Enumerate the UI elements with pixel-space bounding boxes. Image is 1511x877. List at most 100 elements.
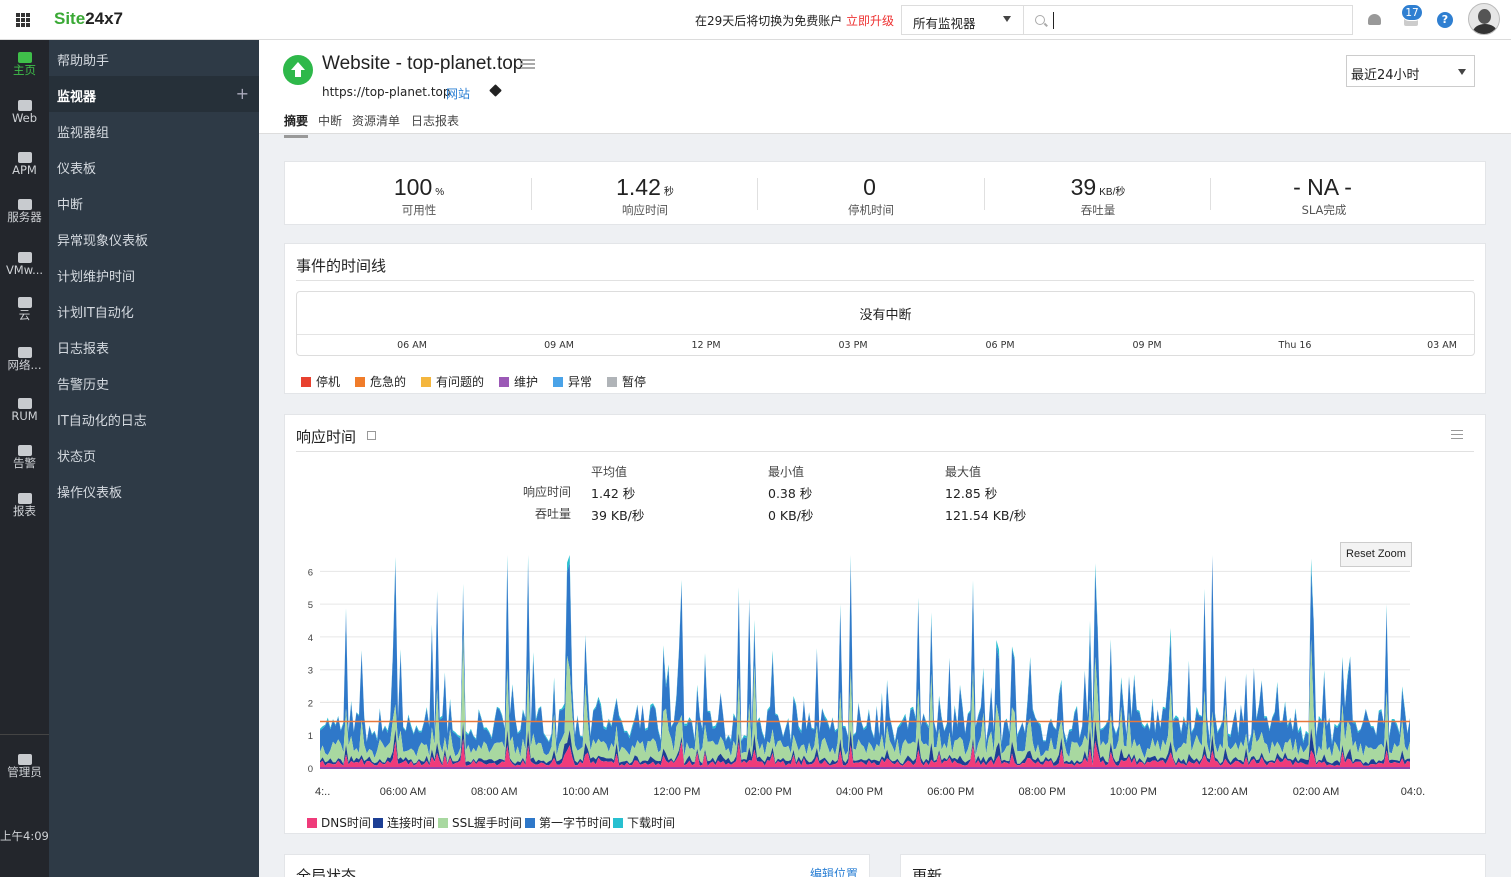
legend-item-first-byte[interactable]: 第一字节时间 — [525, 814, 611, 831]
rail-item-apm[interactable]: APM — [0, 152, 49, 177]
home-icon — [17, 52, 32, 63]
tab-outages[interactable]: 中断 — [318, 112, 342, 135]
rail-item-alarm[interactable]: 告警 — [0, 445, 49, 470]
logo[interactable]: Site24x7 — [54, 9, 123, 29]
upgrade-link[interactable]: 立即升级 — [846, 12, 894, 29]
tab-log-report[interactable]: 日志报表 — [411, 112, 459, 135]
legend-swatch — [421, 377, 431, 387]
x-tick-label: 04:0. — [1401, 786, 1425, 798]
divider — [296, 451, 1474, 452]
notification-badge[interactable]: 17 — [1401, 4, 1423, 21]
x-tick-label: 02:00 AM — [1293, 786, 1339, 798]
rail-item-report[interactable]: 报表 — [0, 493, 49, 518]
server-icon — [17, 199, 32, 210]
legend-label: DNS时间 — [321, 816, 371, 830]
legend-item-critical[interactable]: 危急的 — [355, 373, 406, 390]
rail-label: APM — [12, 163, 37, 177]
logo-suffix: 24x7 — [85, 9, 124, 28]
legend-item-ssl[interactable]: SSL握手时间 — [438, 814, 522, 831]
legend-item-suspended[interactable]: 暂停 — [607, 373, 646, 390]
vm-icon — [17, 252, 32, 263]
nav-item-outages[interactable]: 中断 — [49, 184, 259, 220]
nav-item-maintenance[interactable]: 计划维护时间 — [49, 256, 259, 292]
search-input[interactable] — [1023, 5, 1353, 35]
timeline[interactable]: 没有中断 06 AM 09 AM 12 PM 03 PM 06 PM 09 PM… — [296, 291, 1475, 356]
rail-item-vmware[interactable]: VMw... — [0, 252, 49, 277]
bell-icon[interactable] — [1367, 12, 1383, 28]
legend-item-maintenance[interactable]: 维护 — [499, 373, 538, 390]
nav-item-log-reports[interactable]: 日志报表 — [49, 328, 259, 364]
legend-item-trouble[interactable]: 有问题的 — [421, 373, 484, 390]
rail-item-rum[interactable]: RUM — [0, 398, 49, 423]
legend-label: 连接时间 — [387, 816, 436, 830]
rail-item-cloud[interactable]: 云 — [0, 297, 49, 322]
nav-label: 监视器组 — [57, 126, 110, 141]
timeline-tick: 09 PM — [1132, 340, 1162, 351]
nav-item-monitors[interactable]: 监视器 + — [49, 76, 259, 112]
nav-item-anomaly-dashboard[interactable]: 异常现象仪表板 — [49, 220, 259, 256]
legend-item-download[interactable]: 下载时间 — [613, 814, 675, 831]
timeline-tick: Thu 16 — [1278, 340, 1312, 351]
rail-item-network[interactable]: 网络... — [0, 347, 49, 372]
legend-item-anomaly[interactable]: 异常 — [553, 373, 592, 390]
rail-label: 网络... — [7, 358, 42, 372]
menu-icon[interactable] — [521, 59, 535, 69]
legend-item-dns[interactable]: DNS时间 — [307, 814, 371, 831]
rail-item-server[interactable]: 服务器 — [0, 199, 49, 224]
nav-label: 计划维护时间 — [57, 270, 136, 285]
legend-item-down[interactable]: 停机 — [301, 373, 340, 390]
rail-label: 服务器 — [7, 210, 42, 224]
rail-item-web[interactable]: Web — [0, 100, 49, 125]
monitor-type-link[interactable]: 网站 — [446, 85, 470, 102]
nav-label: 异常现象仪表板 — [57, 234, 149, 249]
nav-item-help-assistant[interactable]: 帮助助手 — [49, 40, 259, 76]
nav-label: 告警历史 — [57, 378, 110, 393]
nav-item-it-automation[interactable]: 计划IT自动化 — [49, 292, 259, 328]
rail-item-admin[interactable]: 管理员 — [0, 754, 49, 779]
response-time-chart[interactable]: 0 1 2 3 4 5 6 4:.. 06:00 AM 08:00 AM 10:00 AM 12:00… — [285, 547, 1485, 809]
legend-swatch — [301, 377, 311, 387]
app-grid-icon[interactable] — [16, 13, 30, 27]
nav-item-operations-dashboard[interactable]: 操作仪表板 — [49, 472, 259, 508]
legend-label: 异常 — [568, 375, 593, 389]
nav-item-monitor-groups[interactable]: 监视器组 — [49, 112, 259, 148]
reset-zoom-button[interactable]: Reset Zoom — [1340, 542, 1412, 567]
cloud-icon — [17, 297, 32, 308]
nav-label: 帮助助手 — [57, 54, 110, 69]
avatar[interactable] — [1468, 3, 1500, 35]
nav-item-alarm-history[interactable]: 告警历史 — [49, 364, 259, 400]
tab-inventory[interactable]: 资源清单 — [352, 112, 400, 135]
legend-item-connect[interactable]: 连接时间 — [373, 814, 435, 831]
nav-item-dashboard[interactable]: 仪表板 — [49, 148, 259, 184]
monitor-header: Website - top-planet.top https://top-pla… — [259, 40, 1511, 138]
x-tick-label: 04:00 PM — [836, 786, 883, 798]
nav-label: 监视器 — [57, 90, 97, 105]
nav-item-it-automation-logs[interactable]: IT自动化的日志 — [49, 400, 259, 436]
period-select[interactable]: 最近24小时 — [1346, 55, 1475, 87]
nav-label: IT自动化的日志 — [57, 414, 147, 429]
sidebar-nav: 帮助助手 监视器 + 监视器组 仪表板 中断 异常现象仪表板 计划维护时间 计划I… — [49, 40, 259, 877]
chevron-down-icon — [1458, 69, 1466, 75]
kpi-value: - NA - — [1293, 174, 1352, 200]
kpi-unit: 秒 — [663, 187, 674, 198]
chart-menu-icon[interactable] — [1451, 430, 1463, 439]
events-timeline-card: 事件的时间线 没有中断 06 AM 09 AM 12 PM 03 PM 06 P… — [284, 243, 1486, 394]
stat-header-avg: 平均值 — [591, 465, 628, 479]
kpi-label: 吞吐量 — [1080, 203, 1116, 217]
nav-item-status-page[interactable]: 状态页 — [49, 436, 259, 472]
monitor-filter-select[interactable]: 所有监视器 — [901, 5, 1023, 35]
nav-label: 计划IT自动化 — [57, 306, 134, 321]
nav-label: 仪表板 — [57, 162, 97, 177]
legend-swatch — [355, 377, 365, 387]
tab-summary[interactable]: 摘要 — [284, 112, 309, 138]
rail-divider — [0, 734, 49, 735]
nav-label: 中断 — [57, 198, 84, 213]
legend-label: 有问题的 — [436, 375, 485, 389]
x-tick-label: 10:00 AM — [562, 786, 608, 798]
external-link-icon[interactable] — [367, 431, 376, 440]
rail-item-home[interactable]: 主页 — [0, 52, 49, 77]
edit-location-link[interactable]: 编辑位置 — [810, 865, 858, 877]
help-icon[interactable]: ? — [1437, 12, 1453, 28]
add-monitor-button[interactable]: + — [236, 84, 249, 103]
tag-icon[interactable] — [489, 84, 502, 97]
